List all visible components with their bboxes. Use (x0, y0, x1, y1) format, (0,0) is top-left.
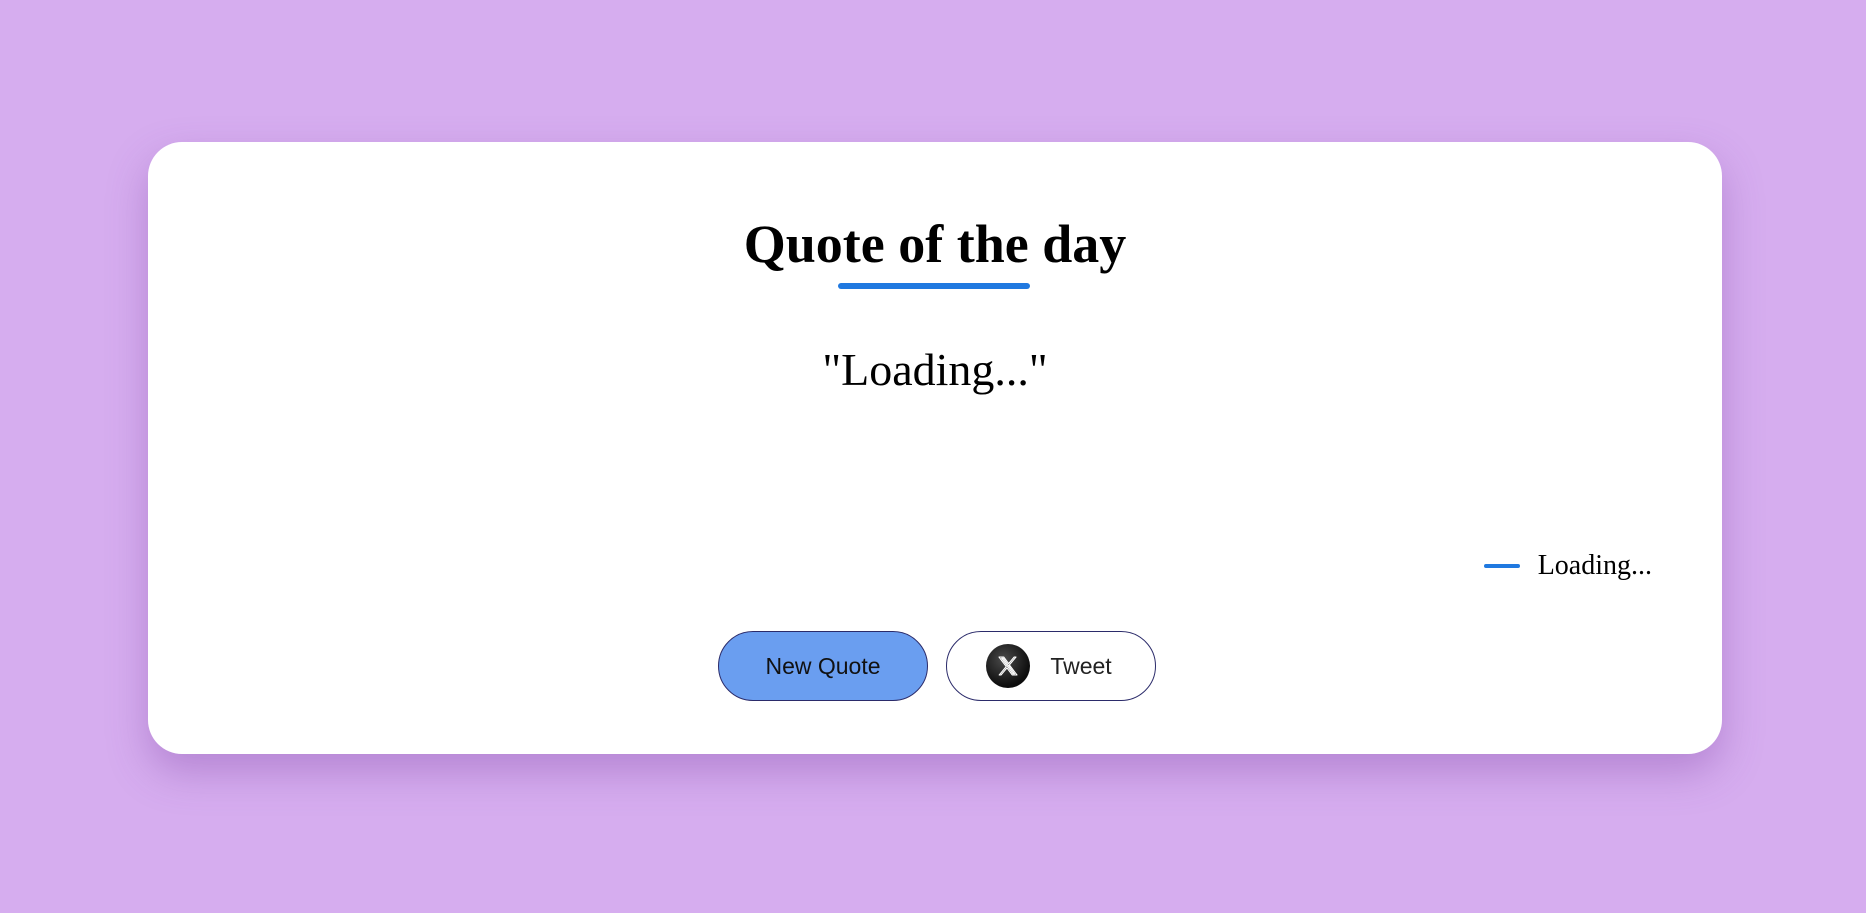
quote-text: "Loading..." (822, 344, 1048, 395)
new-quote-label: New Quote (765, 652, 881, 679)
tweet-label: Tweet (1050, 652, 1112, 679)
tweet-button[interactable]: Tweet (946, 631, 1156, 701)
author-name: Loading... (1537, 550, 1652, 581)
author-dash (1483, 564, 1520, 568)
x-logo-icon (986, 644, 1031, 688)
quote-author: Loading... (1483, 550, 1652, 582)
quote-card: Quote of the day "Loading..." Loading...… (148, 142, 1722, 754)
button-row: New Quote Tweet (148, 631, 1722, 701)
new-quote-button[interactable]: New Quote (718, 631, 928, 701)
title-underline (838, 283, 1030, 289)
page-title: Quote of the day (743, 214, 1127, 274)
